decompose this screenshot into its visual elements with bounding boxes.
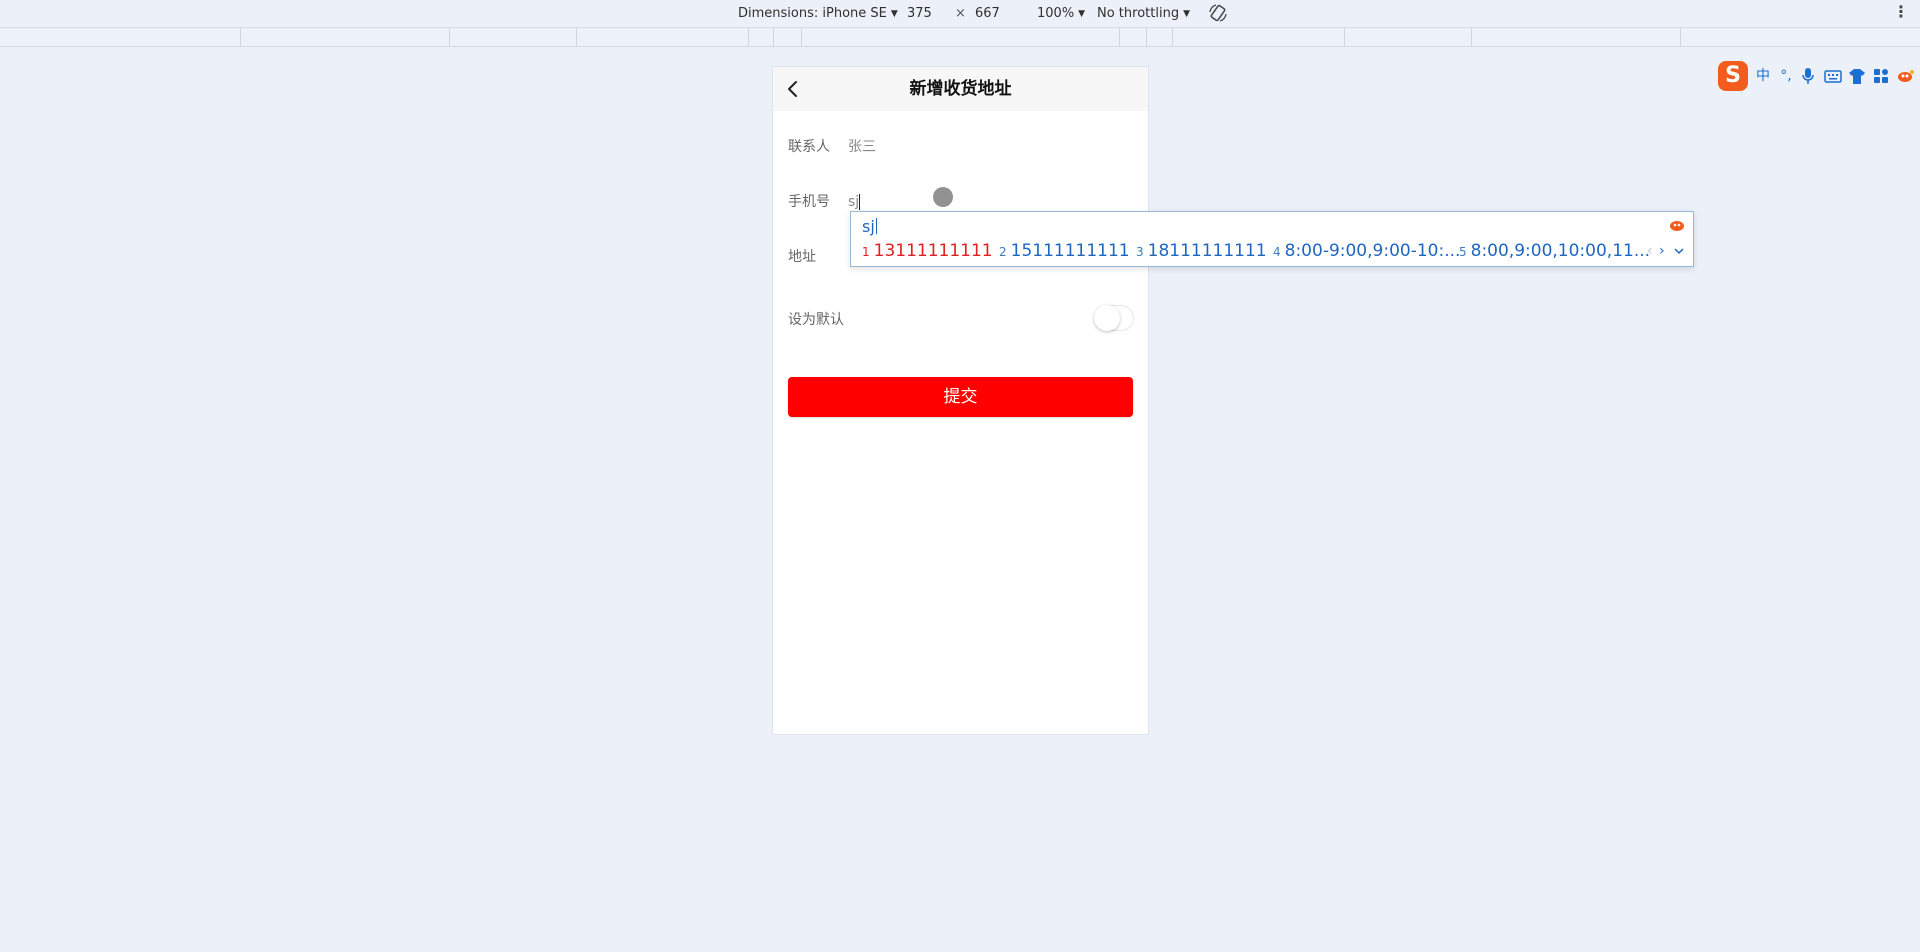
throttling-selector[interactable]: No throttling ▼ (1097, 5, 1190, 23)
page-title: 新增收货地址 (909, 79, 1012, 99)
ruler-segment[interactable] (240, 28, 241, 46)
candidate-text: 8:00-9:00,9:00-10:... (1284, 241, 1461, 261)
dimension-times-sign: × (955, 6, 966, 21)
touch-indicator (933, 187, 953, 207)
candidate-index: 3 (1136, 245, 1144, 259)
throttling-label: No throttling (1097, 6, 1180, 21)
ime-candidate-3[interactable]: 3 18111111111 (1136, 240, 1267, 263)
ruler-segment[interactable] (449, 28, 450, 46)
candidate-index: 5 (1459, 245, 1467, 259)
ruler-segment[interactable] (1471, 28, 1472, 46)
ime-candidate-5[interactable]: 5 8:00,9:00,10:00,11... (1459, 240, 1650, 263)
skin-shirt-icon[interactable] (1848, 67, 1866, 85)
phone-viewport: 新增收货地址 联系人 张三 手机号 地址 设为默认 提交 (773, 67, 1148, 734)
sogou-logo-icon[interactable]: S (1718, 61, 1748, 91)
ruler-segment[interactable] (1172, 28, 1173, 46)
ime-prev-page-icon[interactable]: ‹ (1647, 242, 1653, 260)
ime-expand-icon[interactable] (1673, 242, 1685, 260)
address-label: 地址 (788, 249, 816, 265)
ruler-segment[interactable] (773, 28, 774, 46)
ime-composition-value: sj (862, 217, 875, 236)
zoom-selector[interactable]: 100% ▼ (1037, 5, 1085, 23)
ruler-segment[interactable] (1146, 28, 1147, 46)
candidate-text: 8:00,9:00,10:00,11... (1470, 241, 1651, 261)
ruler-segment[interactable] (1344, 28, 1345, 46)
chinese-mode-toggle[interactable]: 中 (1754, 67, 1772, 85)
ime-candidate-4[interactable]: 4 8:00-9:00,9:00-10:... (1273, 240, 1460, 263)
default-toggle[interactable] (1094, 305, 1134, 331)
candidate-index: 1 (862, 245, 870, 259)
contact-label: 联系人 (788, 139, 830, 155)
ruler-segment[interactable] (1119, 28, 1120, 46)
height-input[interactable]: 667 (975, 5, 1000, 22)
default-label: 设为默认 (788, 312, 844, 328)
mascot-icon[interactable] (1896, 67, 1916, 85)
microphone-icon[interactable] (1800, 67, 1816, 85)
nav-bar: 新增收货地址 (773, 67, 1148, 111)
caret-down-icon: ▼ (1078, 9, 1086, 19)
candidate-text: 15111111111 (1010, 241, 1130, 261)
device-selector[interactable]: Dimensions: iPhone SE ▼ (738, 5, 898, 23)
ime-toolbar: S 中 °, (1716, 60, 1920, 92)
keyboard-icon[interactable] (1824, 67, 1842, 85)
candidate-index: 4 (1273, 245, 1281, 259)
ruler-segment[interactable] (1680, 28, 1681, 46)
candidate-text: 13111111111 (873, 241, 993, 261)
ruler-segment[interactable] (801, 28, 802, 46)
mascot-icon (1670, 221, 1684, 231)
candidate-index: 2 (999, 245, 1007, 259)
ime-composition-text: sj (862, 216, 877, 238)
submit-button[interactable]: 提交 (788, 377, 1133, 417)
contact-field[interactable]: 张三 (848, 132, 876, 162)
devtools-device-toolbar: Dimensions: iPhone SE ▼ 375 × 667 100% ▼ N… (0, 0, 1920, 28)
text-caret (859, 194, 860, 210)
toggle-knob (1094, 305, 1120, 331)
toolbox-grid-icon[interactable] (1872, 67, 1890, 85)
punctuation-toggle[interactable]: °, (1778, 67, 1794, 85)
caret-down-icon: ▼ (890, 9, 898, 19)
candidate-text: 18111111111 (1147, 241, 1267, 261)
ime-caret (875, 218, 877, 234)
caret-down-icon: ▼ (1183, 9, 1190, 19)
ruler-segment[interactable] (576, 28, 577, 46)
contact-row: 联系人 张三 (788, 132, 1133, 162)
ime-next-page-icon[interactable]: › (1659, 242, 1665, 260)
phone-label: 手机号 (788, 194, 830, 210)
zoom-label: 100% (1037, 6, 1075, 21)
ime-candidate-2[interactable]: 2 15111111111 (999, 240, 1130, 263)
ime-candidate-window: sj 1 13111111111 2 15111111111 3 1811111111… (850, 211, 1694, 267)
more-options-icon[interactable]: ⋮ (1893, 2, 1909, 21)
ime-candidate-1[interactable]: 1 13111111111 (862, 240, 993, 263)
width-input[interactable]: 375 (907, 5, 932, 22)
media-query-ruler (0, 28, 1920, 47)
device-selector-label: Dimensions: iPhone SE (738, 6, 887, 21)
default-row: 设为默认 (788, 305, 1133, 335)
rotate-icon[interactable] (1208, 3, 1228, 23)
ruler-segment[interactable] (748, 28, 749, 46)
